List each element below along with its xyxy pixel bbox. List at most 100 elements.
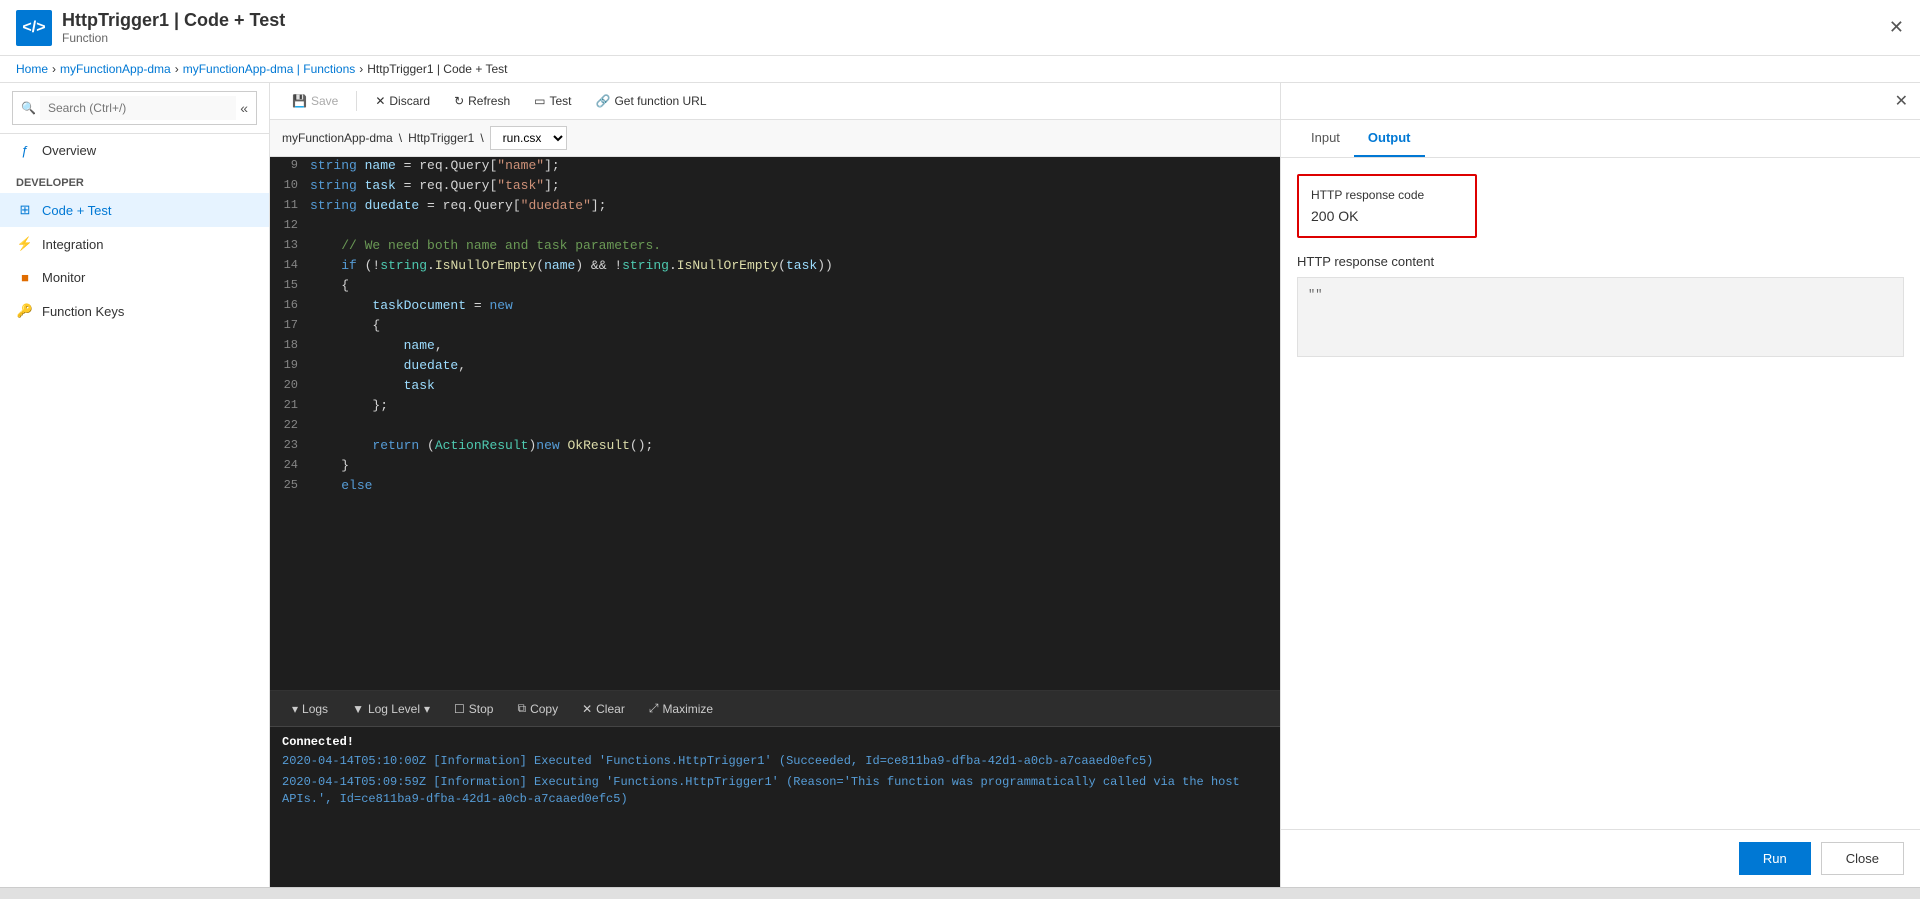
right-panel: ✕ Input Output HTTP response code 200 OK… [1280,83,1920,887]
filter-icon: ▼ [352,702,364,716]
right-tabs: Input Output [1281,120,1920,158]
code-line-14: 14 if (!string.IsNullOrEmpty(name) && !s… [270,257,1280,277]
editor-toolbar: 💾 Save ✕ Discard ↻ Refresh ▭ Test 🔗 Get … [270,83,1280,120]
breadcrumb-functions[interactable]: myFunctionApp-dma | Functions [183,62,356,76]
sidebar-item-integration[interactable]: ⚡ Integration [0,227,269,261]
stop-icon: ☐ [454,702,465,716]
sidebar-item-function-keys[interactable]: 🔑 Function Keys [0,294,269,328]
breadcrumb-current: HttpTrigger1 | Code + Test [367,62,507,76]
maximize-button[interactable]: ⤢ Maximize [639,697,723,720]
code-line-25: 25 else [270,477,1280,497]
save-button[interactable]: 💾 Save [282,89,348,113]
code-line-10: 10 string task = req.Query["task"]; [270,177,1280,197]
search-input[interactable] [40,96,236,120]
function-keys-icon: 🔑 [16,303,34,319]
close-window-button[interactable]: ✕ [1889,17,1904,38]
code-lines: 9 string name = req.Query["name"]; 10 st… [270,157,1280,690]
code-line-9: 9 string name = req.Query["name"]; [270,157,1280,177]
http-response-code-label: HTTP response code [1311,188,1463,202]
sidebar-item-label: Overview [42,143,96,158]
file-path-bar: myFunctionApp-dma \ HttpTrigger1 \ run.c… [270,120,1280,157]
close-right-panel-button[interactable]: ✕ [1895,91,1908,111]
function-name-path: HttpTrigger1 [408,131,474,145]
search-icon: 🔍 [21,101,36,115]
get-function-url-button[interactable]: 🔗 Get function URL [586,89,717,113]
log-level-button[interactable]: ▼ Log Level ▾ [342,698,440,720]
log-entry-1: 2020-04-14T05:10:00Z [Information] Execu… [282,753,1268,770]
close-button[interactable]: Close [1821,842,1904,875]
app-name-path: myFunctionApp-dma [282,131,393,145]
stop-button[interactable]: ☐ Stop [444,698,503,720]
discard-icon: ✕ [375,94,385,108]
tab-output[interactable]: Output [1354,120,1425,157]
right-panel-close-area: ✕ [1281,83,1920,120]
breadcrumb: Home › myFunctionApp-dma › myFunctionApp… [0,56,1920,83]
file-selector[interactable]: run.csx [490,126,567,150]
code-line-18: 18 name, [270,337,1280,357]
main-layout: 🔍 « ƒ Overview Developer ⊞ Code + Test ⚡… [0,83,1920,887]
link-icon: 🔗 [596,94,611,108]
test-icon: ▭ [534,94,545,108]
log-level-chevron-icon: ▾ [424,702,430,716]
code-line-15: 15 { [270,277,1280,297]
search-wrapper: 🔍 « [12,91,257,125]
sidebar-item-overview[interactable]: ƒ Overview [0,134,269,167]
app-icon: </> [16,10,52,46]
log-content: Connected! 2020-04-14T05:10:00Z [Informa… [270,727,1280,887]
code-line-12: 12 [270,217,1280,237]
monitor-icon: ■ [16,270,34,285]
maximize-icon: ⤢ [649,701,659,716]
discard-button[interactable]: ✕ Discard [365,89,440,113]
sidebar-item-label: Function Keys [42,304,124,319]
path-sep-2: \ [480,131,483,145]
run-button[interactable]: Run [1739,842,1811,875]
top-bar-title-area: HttpTrigger1 | Code + Test Function [62,10,285,45]
code-editor[interactable]: 9 string name = req.Query["name"]; 10 st… [270,157,1280,690]
page-subtitle: Function [62,31,285,45]
developer-section-label: Developer [0,167,269,193]
clear-icon: ✕ [582,702,592,716]
copy-icon: ⧉ [517,701,526,716]
clear-button[interactable]: ✕ Clear [572,698,635,720]
sidebar-item-code-test[interactable]: ⊞ Code + Test [0,193,269,227]
code-line-13: 13 // We need both name and task paramet… [270,237,1280,257]
top-bar-left: </> HttpTrigger1 | Code + Test Function [16,10,285,46]
code-line-24: 24 } [270,457,1280,477]
path-sep-1: \ [399,131,402,145]
sidebar-item-label: Code + Test [42,203,112,218]
sidebar-item-monitor[interactable]: ■ Monitor [0,261,269,294]
sidebar-search-area: 🔍 « [0,83,269,134]
code-line-11: 11 string duedate = req.Query["duedate"]… [270,197,1280,217]
code-line-22: 22 [270,417,1280,437]
save-icon: 💾 [292,94,307,108]
editor-area: 💾 Save ✕ Discard ↻ Refresh ▭ Test 🔗 Get … [270,83,1280,887]
code-line-20: 20 task [270,377,1280,397]
log-area: ▾ Logs ▼ Log Level ▾ ☐ Stop ⧉ Copy ✕ [270,690,1280,887]
code-line-17: 17 { [270,317,1280,337]
bottom-scrollbar[interactable] [0,887,1920,899]
code-line-19: 19 duedate, [270,357,1280,377]
copy-button[interactable]: ⧉ Copy [507,697,568,720]
page-title: HttpTrigger1 | Code + Test [62,10,285,31]
http-response-box: HTTP response code 200 OK [1297,174,1477,238]
right-tab-content: HTTP response code 200 OK HTTP response … [1281,158,1920,829]
code-test-icon: ⊞ [16,202,34,218]
code-line-21: 21 }; [270,397,1280,417]
code-line-16: 16 taskDocument = new [270,297,1280,317]
http-response-content-label: HTTP response content [1297,254,1904,269]
toolbar-sep-1 [356,91,357,111]
test-button[interactable]: ▭ Test [524,89,581,113]
log-entry-2: 2020-04-14T05:09:59Z [Information] Execu… [282,774,1268,808]
log-connected-message: Connected! [282,735,1268,749]
logs-toggle-button[interactable]: ▾ Logs [282,698,338,720]
right-panel-footer: Run Close [1281,829,1920,887]
top-bar: </> HttpTrigger1 | Code + Test Function … [0,0,1920,56]
refresh-button[interactable]: ↻ Refresh [444,89,520,113]
collapse-sidebar-button[interactable]: « [240,100,248,116]
code-line-23: 23 return (ActionResult)new OkResult(); [270,437,1280,457]
breadcrumb-function-app[interactable]: myFunctionApp-dma [60,62,171,76]
breadcrumb-home[interactable]: Home [16,62,48,76]
chevron-down-icon: ▾ [292,702,298,716]
sidebar-item-label: Monitor [42,270,85,285]
tab-input[interactable]: Input [1297,120,1354,157]
